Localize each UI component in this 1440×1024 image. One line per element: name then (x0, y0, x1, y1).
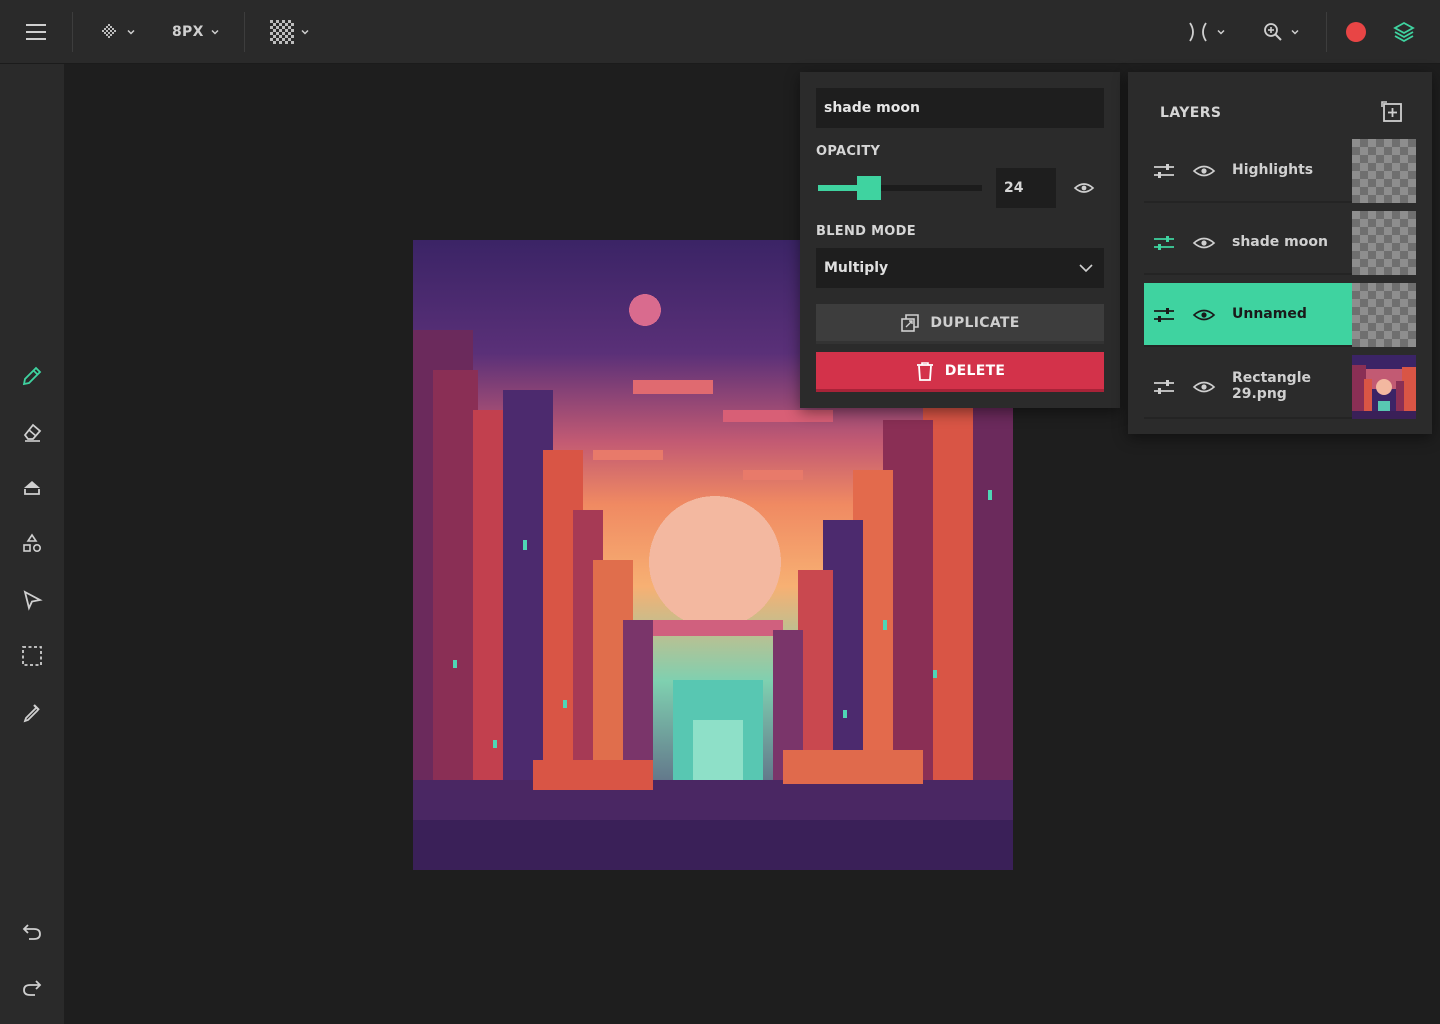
blend-mode-label: BLEND MODE (816, 224, 916, 239)
trash-icon (916, 361, 933, 381)
toolbar-divider (72, 12, 73, 52)
toolbar-divider (1326, 12, 1327, 52)
layer-row-highlights[interactable]: Highlights (1144, 139, 1416, 203)
layers-icon (1393, 21, 1415, 43)
paint-bucket-icon (24, 481, 40, 495)
cursor-icon (23, 590, 43, 611)
dither-dropdown[interactable] (100, 0, 136, 64)
layers-title: LAYERS (1160, 105, 1222, 121)
eye-icon (1073, 183, 1095, 193)
redo-icon (23, 980, 42, 996)
layer-name: Rectangle 29.png (1232, 370, 1311, 402)
blend-mode-select[interactable]: Multiply (816, 248, 1104, 288)
artwork-thumbnail (1352, 355, 1416, 419)
adjust-sliders-icon[interactable] (1152, 159, 1176, 183)
layer-name: Unnamed (1232, 306, 1307, 322)
delete-layer-button[interactable]: DELETE (816, 352, 1104, 392)
fill-tool[interactable] (16, 472, 48, 504)
eye-icon[interactable] (1192, 231, 1216, 255)
layers-toggle-button[interactable] (1392, 0, 1416, 64)
chevron-down-icon (211, 29, 219, 35)
pencil-tool[interactable] (16, 360, 48, 392)
delete-label: DELETE (944, 362, 1006, 379)
zoom-in-icon (1264, 23, 1282, 41)
layer-row-unnamed[interactable]: Unnamed (1144, 283, 1416, 347)
shapes-icon (23, 533, 42, 553)
layer-row-rectangle-29[interactable]: Rectangle 29.png (1144, 355, 1416, 419)
chevron-down-icon (1291, 29, 1299, 35)
layer-thumbnail (1352, 283, 1416, 347)
chevron-down-icon (1079, 264, 1093, 273)
opacity-label: OPACITY (816, 144, 881, 159)
pattern-dropdown[interactable] (270, 0, 310, 64)
chevron-down-icon (1217, 29, 1225, 35)
select-pointer-tool[interactable] (16, 584, 48, 616)
adjust-sliders-icon[interactable] (1152, 231, 1176, 255)
toolbar-divider (244, 12, 245, 52)
layer-name: Highlights (1232, 162, 1314, 178)
chevron-down-icon (301, 29, 309, 35)
layer-thumbnail (1352, 139, 1416, 203)
adjust-sliders-icon[interactable] (1152, 375, 1176, 399)
duplicate-layer-button[interactable]: DUPLICATE (816, 304, 1104, 344)
add-layer-icon (1381, 101, 1402, 122)
mirror-icon (1189, 22, 1207, 42)
add-layer-button[interactable] (1380, 100, 1404, 124)
blend-mode-value: Multiply (824, 260, 889, 276)
checker-pattern-icon (270, 20, 294, 44)
layer-name-input[interactable] (816, 88, 1104, 128)
color-dot-icon (1346, 22, 1366, 42)
brush-size-dropdown[interactable]: 8PX (172, 0, 220, 64)
tool-sidebar (0, 64, 64, 1024)
eraser-tool[interactable] (16, 416, 48, 448)
pencil-icon (22, 366, 42, 386)
opacity-value-input[interactable]: 24 (996, 168, 1056, 208)
layer-row-shade-moon[interactable]: shade moon (1144, 211, 1416, 275)
eyedropper-icon (23, 704, 40, 723)
brush-size-label: 8PX (172, 24, 204, 40)
duplicate-icon (901, 313, 920, 332)
layer-properties-panel: OPACITY 24 BLEND MODE Multiply DUPLICATE… (800, 72, 1120, 408)
layer-thumbnail (1352, 211, 1416, 275)
top-toolbar: 8PX (0, 0, 1440, 64)
layer-name: shade moon (1232, 234, 1328, 250)
menu-button[interactable] (24, 0, 48, 64)
eraser-icon (23, 423, 42, 442)
eye-icon[interactable] (1192, 159, 1216, 183)
redo-button[interactable] (16, 972, 48, 1004)
shapes-tool[interactable] (16, 528, 48, 560)
layer-thumbnail (1352, 355, 1416, 419)
marquee-tool[interactable] (16, 640, 48, 672)
chevron-down-icon (127, 29, 135, 35)
undo-button[interactable] (16, 916, 48, 948)
dither-pattern-icon (102, 24, 116, 38)
layers-panel: LAYERS Highlights shade moon Unnamed Rec… (1128, 72, 1432, 434)
eye-icon[interactable] (1192, 375, 1216, 399)
hamburger-icon (26, 24, 46, 40)
undo-icon (22, 924, 41, 940)
primary-color-swatch[interactable] (1344, 0, 1368, 64)
preview-visibility-button[interactable] (1072, 176, 1096, 200)
eyedropper-tool[interactable] (16, 696, 48, 728)
duplicate-label: DUPLICATE (930, 314, 1020, 331)
eye-icon[interactable] (1192, 303, 1216, 327)
adjust-sliders-icon[interactable] (1152, 303, 1176, 327)
marquee-select-icon (22, 646, 42, 666)
symmetry-dropdown[interactable] (1186, 0, 1226, 64)
zoom-dropdown[interactable] (1262, 0, 1300, 64)
opacity-slider-thumb[interactable] (857, 176, 881, 200)
